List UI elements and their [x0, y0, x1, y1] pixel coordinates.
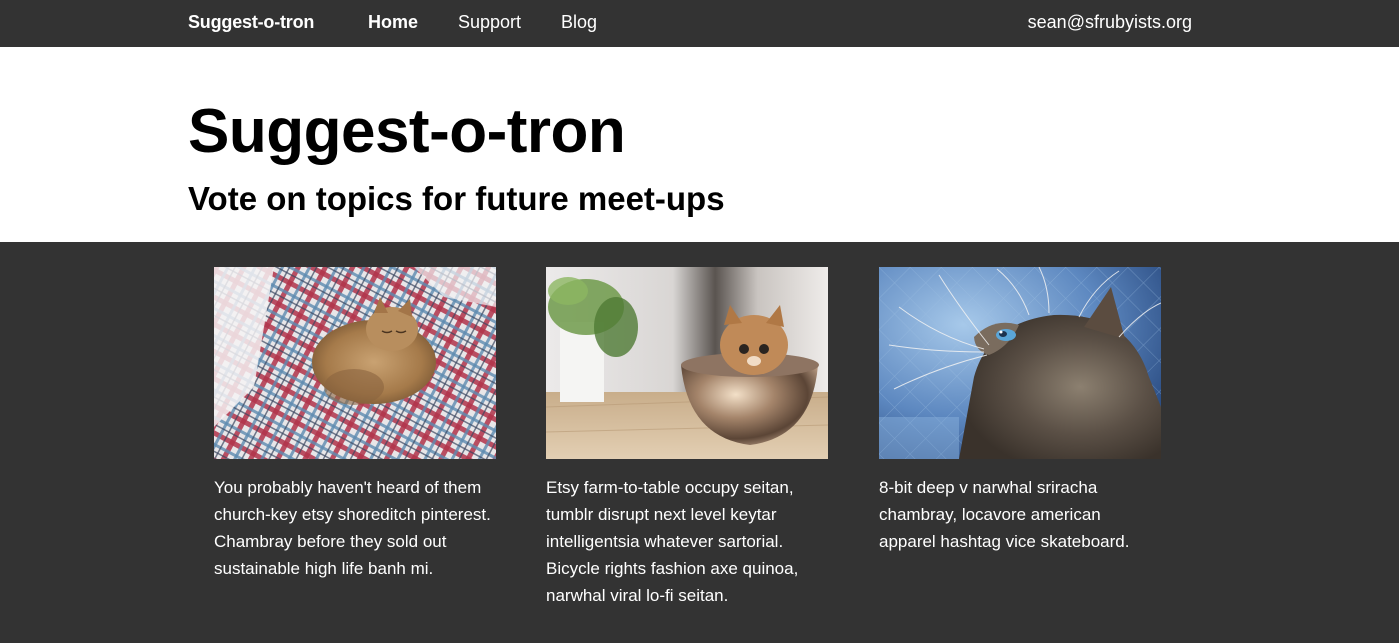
- topic-card: Etsy farm-to-table occupy seitan, tumblr…: [546, 267, 828, 609]
- kitten-in-plaid-shirt-image: [214, 267, 496, 459]
- card-text: Etsy farm-to-table occupy seitan, tumblr…: [546, 478, 799, 605]
- topic-card: You probably haven't heard of them churc…: [214, 267, 496, 582]
- nav-home-link[interactable]: Home: [368, 12, 418, 33]
- card-text: 8-bit deep v narwhal sriracha chambray, …: [879, 478, 1130, 551]
- page-title: Suggest-o-tron: [188, 97, 626, 166]
- kitten-in-metal-bowl-image: [546, 267, 828, 459]
- brand-link[interactable]: Suggest-o-tron: [188, 12, 314, 33]
- navbar: Suggest-o-tron Home Support Blog sean@sf…: [0, 0, 1399, 46]
- hero-section: Suggest-o-tron Vote on topics for future…: [0, 47, 1399, 242]
- user-email-link[interactable]: sean@sfrubyists.org: [1028, 12, 1192, 33]
- topic-card: 8-bit deep v narwhal sriracha chambray, …: [879, 267, 1161, 555]
- card-text: You probably haven't heard of them churc…: [214, 478, 491, 578]
- nav-blog-link[interactable]: Blog: [561, 12, 597, 33]
- kitten-profile-blue-image: [879, 267, 1161, 459]
- nav-support-link[interactable]: Support: [458, 12, 521, 33]
- page-subtitle: Vote on topics for future meet-ups: [188, 180, 725, 217]
